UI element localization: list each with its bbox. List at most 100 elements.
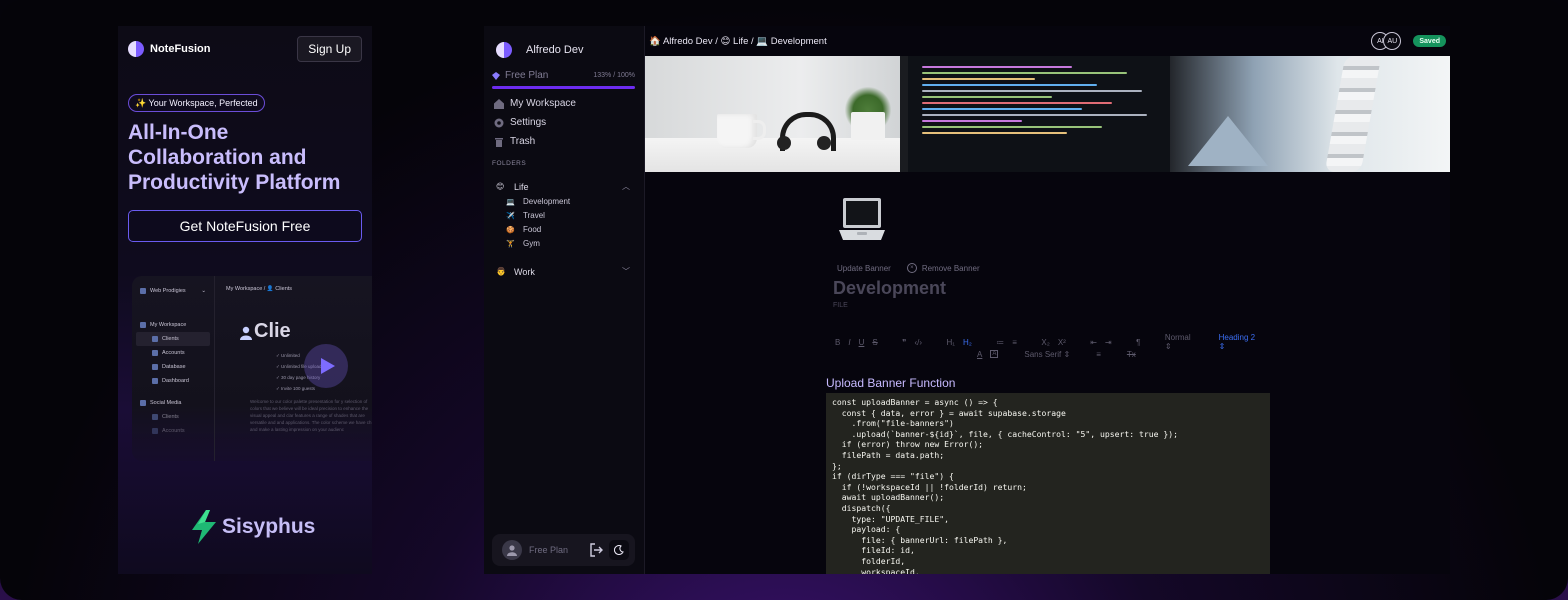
sidebar: Alfredo Dev Free Plan 133% / 100% My Wor… [484, 26, 645, 574]
direction-button[interactable]: ¶ [1136, 338, 1140, 347]
banner-code-lines [922, 62, 1172, 138]
folder-name: Work [514, 266, 535, 277]
blockquote-button[interactable]: ❞ [902, 338, 906, 347]
topbar-right: AI AU Saved [1371, 32, 1446, 50]
file-name: Development [523, 197, 571, 206]
hero-heading: All-In-One Collaboration and Productivit… [128, 121, 341, 194]
preview-workspace: Web Prodigies ⌄ [132, 284, 214, 298]
play-icon [321, 358, 335, 374]
preview-database-icon [152, 364, 158, 370]
file-emoji: 🏋️ [506, 240, 515, 248]
update-banner-button[interactable]: Update Banner [837, 264, 891, 273]
file-travel[interactable]: ✈️ Travel [506, 211, 545, 220]
avatar[interactable] [502, 540, 522, 560]
background-color-button[interactable]: A [990, 350, 999, 358]
preview-side-label: Accounts [162, 350, 185, 356]
h2-button[interactable]: H₂ [963, 338, 972, 347]
subscript-button[interactable]: X₂ [1041, 338, 1049, 347]
collaborator-avatar[interactable]: AU [1383, 32, 1402, 50]
banner-code-line [922, 108, 1082, 110]
nav-trash[interactable]: Trash [494, 136, 535, 147]
preview-dollar-icon [152, 350, 158, 356]
indent-button[interactable]: ⇥ [1105, 338, 1112, 347]
chevron-down-icon: ⌄ [201, 288, 206, 294]
logout-icon[interactable] [589, 543, 603, 557]
code-line: .upload(`banner-${id}`, file, { cacheCon… [832, 428, 1178, 439]
code-button[interactable]: ‹/› [914, 338, 922, 347]
nav-settings[interactable]: Settings [494, 117, 546, 128]
moon-icon [614, 545, 624, 555]
banner-code-line [922, 66, 1072, 68]
bold-button[interactable]: B [835, 338, 840, 347]
theme-toggle-button[interactable] [609, 540, 629, 560]
preview-person-large-icon [240, 326, 252, 340]
preview-check-text: Invite 100 guests [281, 386, 316, 391]
code-line: if (!workspaceId || !folderId) return; [832, 481, 1027, 492]
banner-code-line [922, 120, 1022, 122]
sisyphus-logo: Sisyphus [192, 510, 315, 544]
clear-format-button[interactable]: Tx [1127, 350, 1136, 359]
chevron-down-icon[interactable]: ﹀ [622, 266, 630, 277]
sign-up-button[interactable]: Sign Up [297, 36, 362, 62]
remove-banner-button[interactable]: Remove Banner [922, 264, 980, 273]
app-preview-image: Web Prodigies ⌄ My Workspace Clients Acc… [132, 276, 372, 461]
chevron-up-icon[interactable]: ︿ [622, 181, 630, 192]
workspace-switcher[interactable]: Alfredo Dev [496, 42, 583, 58]
nav-label: My Workspace [510, 98, 576, 109]
nav-label: Trash [510, 136, 536, 147]
plan-usage-text: 133% / 100% [593, 72, 635, 79]
get-notefusion-button[interactable]: Get NoteFusion Free [128, 210, 362, 242]
preview-side-item: Social Media [132, 396, 214, 410]
file-food[interactable]: 🍪 Food [506, 225, 541, 234]
paragraph-size-select[interactable]: Normal ⇕ [1165, 333, 1194, 351]
folder-life[interactable]: 😊 Life ︿ [496, 181, 630, 192]
file-development[interactable]: 💻 Development [506, 197, 570, 206]
banner-pot [851, 112, 885, 140]
preview-person-icon [152, 414, 158, 420]
document-banner-image [645, 56, 1450, 172]
file-name: Food [523, 225, 542, 234]
italic-button[interactable]: I [848, 338, 850, 347]
trash-icon [495, 137, 503, 147]
editor-toolbar: B I U S ❞ ‹/› H₁ H₂ ≔ ≡ X₂ X² ⇤ ⇥ ¶ Norm… [835, 333, 1265, 360]
banner-code-line [922, 90, 1142, 92]
code-block[interactable]: const uploadBanner = async () => { const… [826, 393, 1270, 574]
banner-desk [645, 138, 905, 172]
superscript-button[interactable]: X² [1058, 338, 1066, 347]
align-button[interactable]: ≡ [1096, 350, 1101, 359]
code-line: .from("file-banners") [832, 418, 954, 429]
play-video-button[interactable] [304, 344, 348, 388]
preview-side-item: Database [132, 360, 214, 374]
outdent-button[interactable]: ⇤ [1090, 338, 1097, 347]
landing-nav: NoteFusion Sign Up [128, 36, 362, 62]
breadcrumb[interactable]: 🏠 Alfredo Dev / 😊 Life / 💻 Development [649, 36, 827, 47]
settings-icon [494, 118, 504, 127]
text-color-button[interactable]: A [977, 350, 982, 359]
banner-code-line [922, 96, 1052, 98]
code-section-heading: Upload Banner Function [826, 376, 956, 390]
h1-button[interactable]: H₁ [946, 338, 954, 347]
code-line: if (error) throw new Error(); [832, 439, 984, 450]
preview-sidebar: Web Prodigies ⌄ My Workspace Clients Acc… [132, 276, 215, 461]
folder-work[interactable]: 👨 Work ﹀ [496, 266, 630, 277]
preview-breadcrumb: My Workspace / 👤 Clients [226, 286, 293, 292]
editor-topbar: 🏠 Alfredo Dev / 😊 Life / 💻 Development A… [645, 26, 1450, 56]
laptop-emoji-icon[interactable] [837, 194, 887, 248]
banner-code-line [922, 114, 1147, 116]
user-plan-label: Free Plan [529, 545, 569, 555]
preview-side-item: Accounts [132, 346, 214, 360]
strike-button[interactable]: S [872, 338, 877, 347]
nav-my-workspace[interactable]: My Workspace [494, 98, 576, 109]
preview-side-label: Database [162, 364, 186, 370]
ordered-list-button[interactable]: ≔ [996, 338, 1004, 347]
code-line: file: { bannerUrl: filePath }, [832, 534, 1008, 545]
underline-button[interactable]: U [859, 338, 865, 347]
bullet-list-button[interactable]: ≡ [1012, 338, 1017, 347]
file-gym[interactable]: 🏋️ Gym [506, 239, 540, 248]
header-select[interactable]: Heading 2 ⇕ [1219, 333, 1257, 351]
font-select[interactable]: Sans Serif ⇕ [1024, 350, 1070, 359]
document-title[interactable]: Development [833, 278, 946, 299]
toolbar-row-1: B I U S ❞ ‹/› H₁ H₂ ≔ ≡ X₂ X² ⇤ ⇥ ¶ Norm… [835, 333, 1265, 351]
banner-code-line [922, 126, 1102, 128]
code-line: const uploadBanner = async () => { [832, 397, 998, 407]
